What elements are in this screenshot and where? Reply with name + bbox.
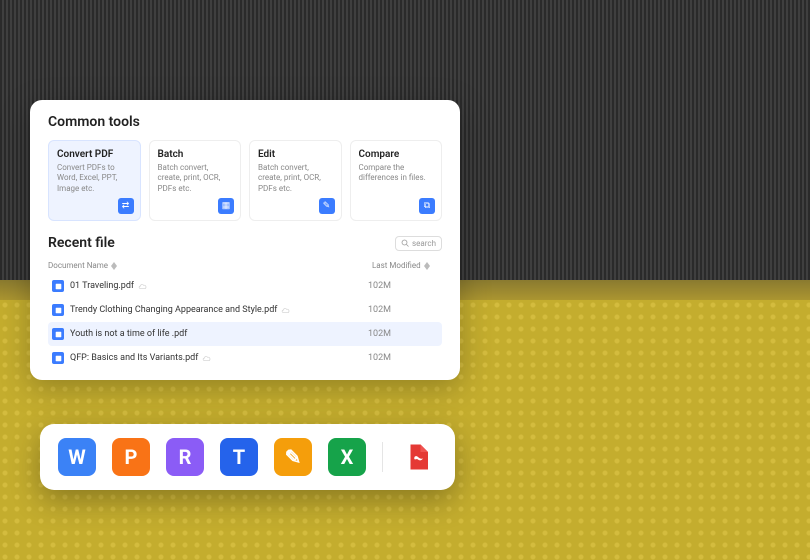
- tools-row: Convert PDF Convert PDFs to Word, Excel,…: [48, 140, 442, 221]
- app-icon-w[interactable]: W: [58, 438, 96, 476]
- table-row[interactable]: Trendy Clothing Changing Appearance and …: [48, 298, 442, 322]
- tool-desc: Compare the differences in files.: [359, 163, 434, 184]
- sort-icon: [111, 262, 117, 270]
- pdf-file-icon: [52, 352, 64, 364]
- cloud-icon: [138, 281, 148, 291]
- file-modified: 102M: [368, 281, 438, 291]
- recent-file-heading: Recent file: [48, 235, 115, 251]
- search-input[interactable]: search: [395, 236, 442, 251]
- cloud-icon: [281, 305, 291, 315]
- pdf-app-icon[interactable]: [399, 438, 437, 476]
- file-name: Trendy Clothing Changing Appearance and …: [70, 305, 368, 315]
- tool-title: Edit: [258, 149, 333, 160]
- file-name: Youth is not a time of life .pdf: [70, 329, 368, 339]
- file-name: QFP: Basics and Its Variants.pdf: [70, 353, 368, 363]
- table-row[interactable]: 01 Traveling.pdf102M: [48, 274, 442, 298]
- tool-batch[interactable]: Batch Batch convert, create, print, OCR,…: [149, 140, 242, 221]
- file-modified: 102M: [368, 353, 438, 363]
- file-modified: 102M: [368, 329, 438, 339]
- convert-icon: ⇄: [118, 198, 134, 214]
- table-row[interactable]: QFP: Basics and Its Variants.pdf102M: [48, 346, 442, 370]
- tool-desc: Convert PDFs to Word, Excel, PPT, Image …: [57, 163, 132, 194]
- batch-icon: ▦: [218, 198, 234, 214]
- file-modified: 102M: [368, 305, 438, 315]
- search-placeholder: search: [412, 239, 436, 248]
- tool-title: Convert PDF: [57, 149, 132, 160]
- app-icons: WPRT ✎ X: [58, 438, 366, 476]
- app-icon-x[interactable]: X: [328, 438, 366, 476]
- edit-icon: ✎: [319, 198, 335, 214]
- file-rows: 01 Traveling.pdf102MTrendy Clothing Chan…: [48, 274, 442, 370]
- sort-icon: [424, 262, 430, 270]
- search-icon: [401, 239, 409, 247]
- pdf-file-icon: [52, 328, 64, 340]
- pdf-icon: [403, 442, 433, 472]
- tool-compare[interactable]: Compare Compare the differences in files…: [350, 140, 443, 221]
- app-icon-t[interactable]: T: [220, 438, 258, 476]
- tool-title: Compare: [359, 149, 434, 160]
- pdf-file-icon: [52, 304, 64, 316]
- app-icon-r[interactable]: R: [166, 438, 204, 476]
- app-icon-strip: WPRT ✎ X: [40, 424, 455, 490]
- column-document-name[interactable]: Document Name: [48, 261, 372, 270]
- cloud-icon: [202, 353, 212, 363]
- recent-header: Recent file search: [48, 235, 442, 251]
- tool-desc: Batch convert, create, print, OCR, PDFs …: [158, 163, 233, 194]
- pdf-file-icon: [52, 280, 64, 292]
- file-name: 01 Traveling.pdf: [70, 281, 368, 291]
- table-header: Document Name Last Modified: [48, 257, 442, 274]
- divider: [382, 442, 383, 472]
- tool-edit[interactable]: Edit Batch convert, create, print, OCR, …: [249, 140, 342, 221]
- tool-convert-pdf[interactable]: Convert PDF Convert PDFs to Word, Excel,…: [48, 140, 141, 221]
- common-tools-heading: Common tools: [48, 114, 442, 130]
- tool-title: Batch: [158, 149, 233, 160]
- app-icon-p[interactable]: P: [112, 438, 150, 476]
- tool-desc: Batch convert, create, print, OCR, PDFs …: [258, 163, 333, 194]
- tools-panel: Common tools Convert PDF Convert PDFs to…: [30, 100, 460, 380]
- compare-icon: ⧉: [419, 198, 435, 214]
- table-row[interactable]: Youth is not a time of life .pdf102M: [48, 322, 442, 346]
- column-last-modified[interactable]: Last Modified: [372, 261, 442, 270]
- app-icon-✎[interactable]: ✎: [274, 438, 312, 476]
